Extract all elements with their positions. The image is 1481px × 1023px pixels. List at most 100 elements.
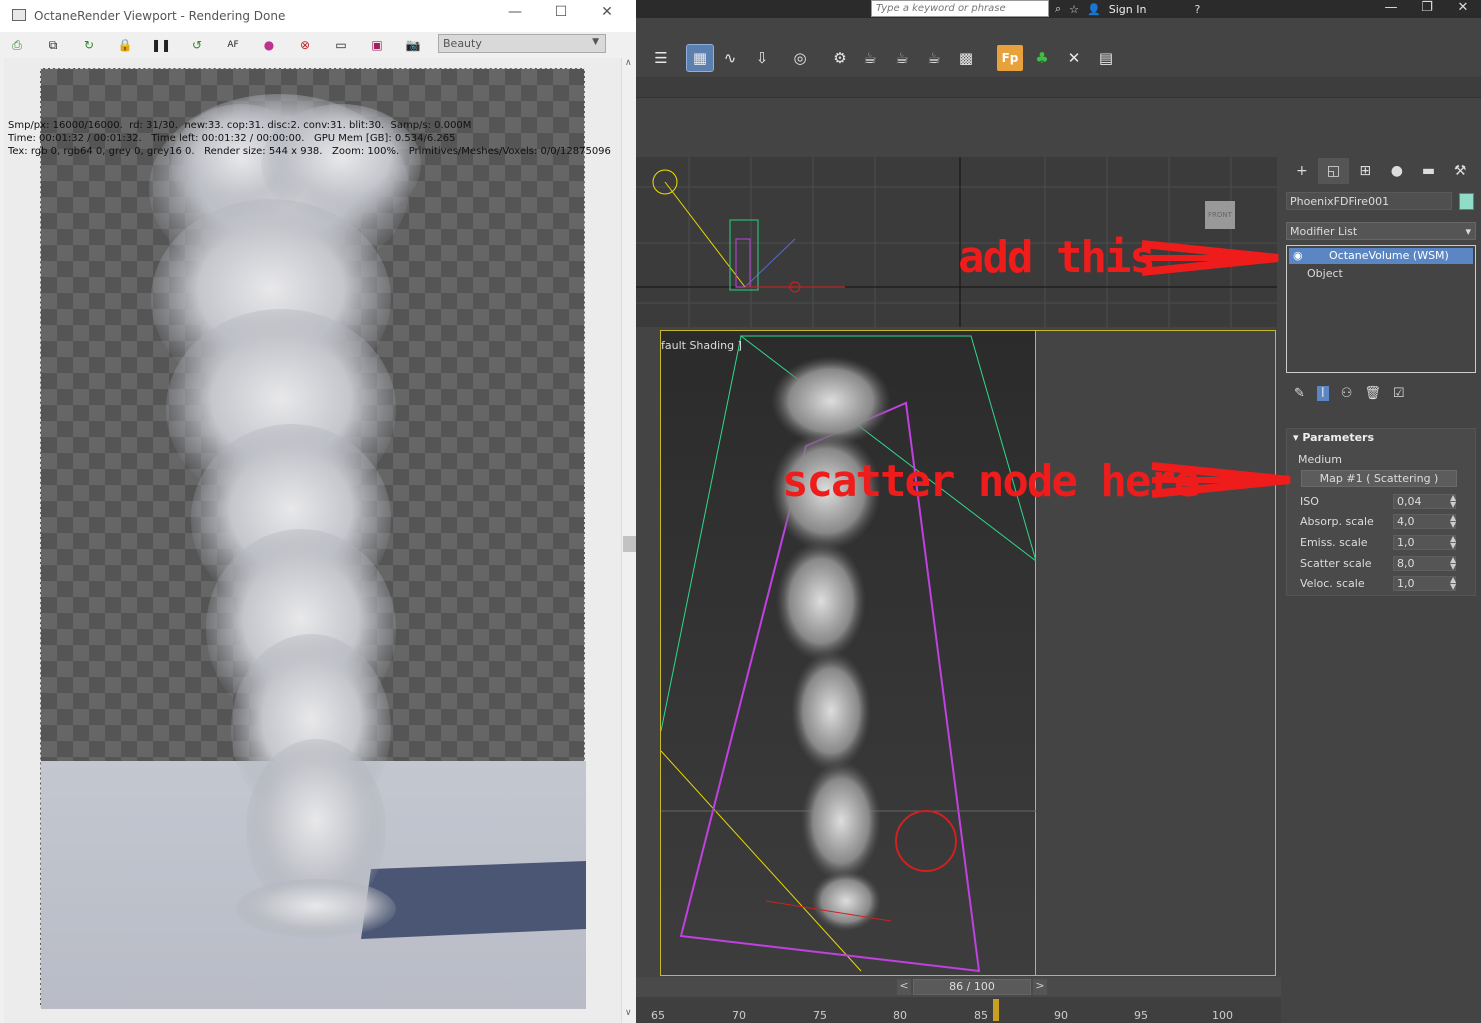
restart-icon[interactable]: ↻ [80,36,98,54]
close-button[interactable]: ✕ [584,4,630,20]
phoenix-icon[interactable]: Fp [997,45,1023,71]
utilities-tab-icon[interactable]: ⚒ [1444,158,1476,184]
param-label: Scatter scale [1300,557,1372,570]
spinner-arrows-icon[interactable]: ▲ ▼ [1450,535,1456,550]
close-button[interactable]: ✕ [1445,0,1481,18]
region-icon[interactable]: ⊗ [296,36,314,54]
spinner-arrows-icon[interactable]: ▲ ▼ [1450,494,1456,509]
film-icon[interactable]: ▣ [368,36,386,54]
param-row-scatter: Scatter scale 8,0 ▲ ▼ [1300,556,1470,572]
camera-icon[interactable]: 📷 [404,36,422,54]
viewcube[interactable]: FRONT [1205,201,1235,229]
layers-icon[interactable]: ☰ [648,45,674,71]
restore-button[interactable]: ❐ [1409,0,1445,18]
frame-display[interactable]: 86 / 100 [913,979,1031,995]
color-picker-icon[interactable]: ● [260,36,278,54]
object-color-swatch[interactable] [1459,193,1474,210]
display-tab-icon[interactable]: ▬ [1413,158,1445,184]
curve-editor-icon[interactable]: ∿ [717,45,743,71]
render-pass-dropdown[interactable]: Beauty ▼ [438,34,606,53]
param-row-absorp: Absorp. scale 4,0 ▲ ▼ [1300,514,1470,530]
param-row-veloc: Veloc. scale 1,0 ▲ ▼ [1300,576,1470,592]
param-spinner[interactable]: 8,0 [1393,556,1456,571]
ribbon-bar [635,78,1481,98]
scene-explorer-icon[interactable]: ▦ [686,44,714,72]
medium-label: Medium [1298,453,1342,466]
param-spinner[interactable]: 1,0 [1393,576,1456,591]
window-icon [12,9,26,21]
table-icon[interactable]: ▤ [1093,45,1119,71]
render-region-icon[interactable]: ▩ [953,45,979,71]
max-app: Type a keyword or phrase ⌕ ☆ 👤 Sign In ?… [635,0,1481,1023]
render-setup-icon[interactable]: ☕ [857,45,883,71]
scroll-up-icon[interactable]: ∧ [625,58,632,68]
minimize-button[interactable]: — [492,4,538,20]
time-cursor[interactable] [993,999,999,1021]
object-name-field[interactable]: PhoenixFDFire001 [1286,192,1452,210]
octane-title-bar[interactable]: OctaneRender Viewport - Rendering Done —… [0,0,636,32]
parameters-title[interactable]: ▾ Parameters [1293,431,1374,444]
viewport-label[interactable]: fault Shading ] [661,339,742,352]
param-row-emiss: Emiss. scale 1,0 ▲ ▼ [1300,535,1470,551]
param-label: ISO [1300,495,1319,508]
param-spinner[interactable]: 4,0 [1393,514,1456,529]
refresh-icon[interactable]: ↺ [188,36,206,54]
spinner-arrows-icon[interactable]: ▲ ▼ [1450,556,1456,571]
maximize-button[interactable]: ☐ [538,4,584,20]
stack-item-octanevolume[interactable]: ◉ OctaneVolume (WSM) [1289,248,1473,264]
tools-icon[interactable]: ✕ [1061,45,1087,71]
modifier-stack[interactable]: ◉ OctaneVolume (WSM) Object [1286,245,1476,373]
forest-icon[interactable]: ♣ [1029,45,1055,71]
timeline-ruler[interactable]: 65 70 75 80 85 90 95 100 [635,997,1281,1023]
spinner-arrows-icon[interactable]: ▲ ▼ [1450,576,1456,591]
motion-tab-icon[interactable]: ● [1381,158,1413,184]
render-canvas[interactable]: Smp/px: 16000/16000. rd: 31/30. new:33. … [4,58,621,1023]
autofocus-icon[interactable]: AF [224,36,242,54]
sign-in-link[interactable]: Sign In [1109,3,1147,16]
param-spinner[interactable]: 1,0 [1393,535,1456,550]
create-tab-icon[interactable]: + [1286,158,1318,184]
render-frame-icon[interactable]: ☕ [889,45,915,71]
schematic-icon[interactable]: ◎ [787,45,813,71]
annotation-arrow-1 [1141,240,1279,276]
stack-item-object[interactable]: Object [1307,267,1343,280]
time-slider[interactable]: < 86 / 100 > 65 70 75 80 85 90 95 100 [635,977,1281,1023]
display-icon[interactable]: ▭ [332,36,350,54]
scrollbar-thumb[interactable] [623,536,636,552]
stack-toolbar: ✎ Ⅰ ⚇ 🗑 ☑ [1286,382,1476,404]
star-icon[interactable]: ☆ [1069,3,1079,16]
render-statistics: Smp/px: 16000/16000. rd: 31/30. new:33. … [8,119,611,158]
scroll-down-icon[interactable]: ∨ [625,1008,632,1018]
next-frame-button[interactable]: > [1033,979,1047,995]
delete-icon[interactable]: 🗑 [1364,386,1381,401]
prev-frame-button[interactable]: < [897,979,911,995]
parameters-rollout: ▾ Parameters Medium Map #1 ( Scattering … [1286,428,1476,596]
pause-icon[interactable]: ❚❚ [151,36,171,54]
eye-icon[interactable]: ◉ [1293,248,1303,264]
make-unique-icon[interactable]: ⚇ [1341,386,1353,401]
configure-icon[interactable]: ☑ [1393,386,1405,401]
vertical-scrollbar[interactable]: ∧ ∨ [621,58,636,1023]
binoculars-icon[interactable]: ⌕ [1055,2,1061,16]
hierarchy-tab-icon[interactable]: ⊞ [1349,158,1381,184]
main-toolbar: ☰ ▦ ∿ ⇩ ◎ ⚙ ☕ ☕ ☕ ▩ Fp ♣ ✕ ▤ [635,40,1481,78]
modifier-list-dropdown[interactable]: Modifier List ▾ [1286,222,1476,240]
lock-icon[interactable]: 🔒 [116,36,134,54]
dope-sheet-icon[interactable]: ⇩ [749,45,775,71]
perspective-viewport[interactable]: fault Shading ] [660,330,1276,976]
search-input[interactable]: Type a keyword or phrase [871,0,1049,17]
user-icon[interactable]: 👤 [1087,3,1101,16]
spinner-arrows-icon[interactable]: ▲ ▼ [1450,514,1456,529]
minimize-button[interactable]: — [1373,0,1409,18]
param-spinner[interactable]: 0,04 [1393,494,1456,509]
modify-tab-icon[interactable]: ◱ [1317,158,1350,184]
material-editor-icon[interactable]: ⚙ [827,45,853,71]
show-end-result-icon[interactable]: Ⅰ [1316,385,1329,401]
pin-icon[interactable]: ✎ [1294,386,1305,401]
save-image-icon[interactable]: ⎙ [8,36,26,54]
param-label: Emiss. scale [1300,536,1368,549]
medium-map-button[interactable]: Map #1 ( Scattering ) [1301,470,1457,487]
help-icon[interactable]: ? [1194,3,1200,16]
copy-icon[interactable]: ⧉ [44,36,62,54]
render-icon[interactable]: ☕ [921,45,947,71]
